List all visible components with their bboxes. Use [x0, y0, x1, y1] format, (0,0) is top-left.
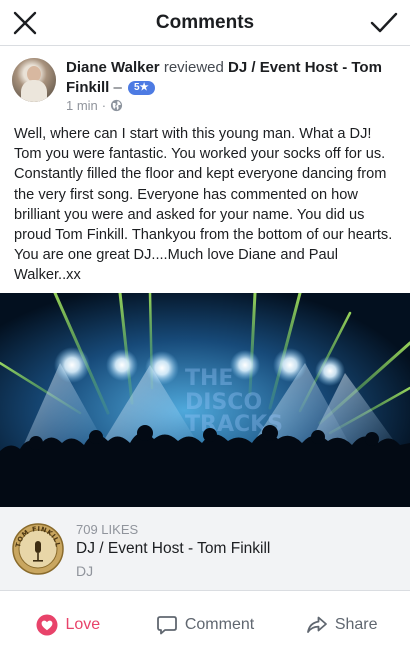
share-button[interactable]: Share [273, 606, 410, 644]
svg-text:THE: THE [185, 366, 233, 391]
rating-badge: 5★ [128, 81, 155, 95]
globe-icon [111, 99, 123, 112]
separator: – [113, 79, 122, 96]
screen-title: Comments [155, 12, 255, 33]
comment-button[interactable]: Comment [137, 606, 274, 644]
share-icon [306, 616, 327, 633]
comment-label: Comment [184, 616, 255, 633]
top-bar: Comments [0, 0, 410, 46]
review-verb: reviewed [163, 59, 224, 76]
page-name[interactable]: DJ / Event Host - Tom Finkill [76, 540, 270, 558]
love-button[interactable]: Love [0, 606, 137, 644]
page-category: DJ [76, 563, 94, 579]
checkmark-icon[interactable] [370, 10, 398, 36]
post-header: Diane Walker reviewed DJ / Event Host - … [0, 46, 410, 118]
review-text: Well, where can I start with this young … [14, 126, 393, 284]
share-label: Share [334, 616, 378, 633]
post-photo[interactable]: THE DISCO TRACKS [0, 293, 410, 507]
love-label: Love [65, 616, 101, 633]
author-name[interactable]: Diane Walker [66, 59, 160, 76]
post-meta: 1 min · [66, 98, 123, 113]
action-bar: Love Comment Share [0, 606, 410, 644]
avatar[interactable] [12, 58, 56, 102]
post-time[interactable]: 1 min [66, 98, 98, 113]
comment-icon [156, 616, 177, 635]
post-headline: Diane Walker reviewed DJ / Event Host - … [66, 58, 400, 98]
love-reaction-icon [36, 614, 58, 636]
page-card[interactable]: TOM FINKILL 709 LIKES DJ / Event Host - … [0, 507, 410, 591]
page-likes-count: 709 LIKES [76, 522, 139, 537]
page-logo: TOM FINKILL [12, 523, 64, 575]
